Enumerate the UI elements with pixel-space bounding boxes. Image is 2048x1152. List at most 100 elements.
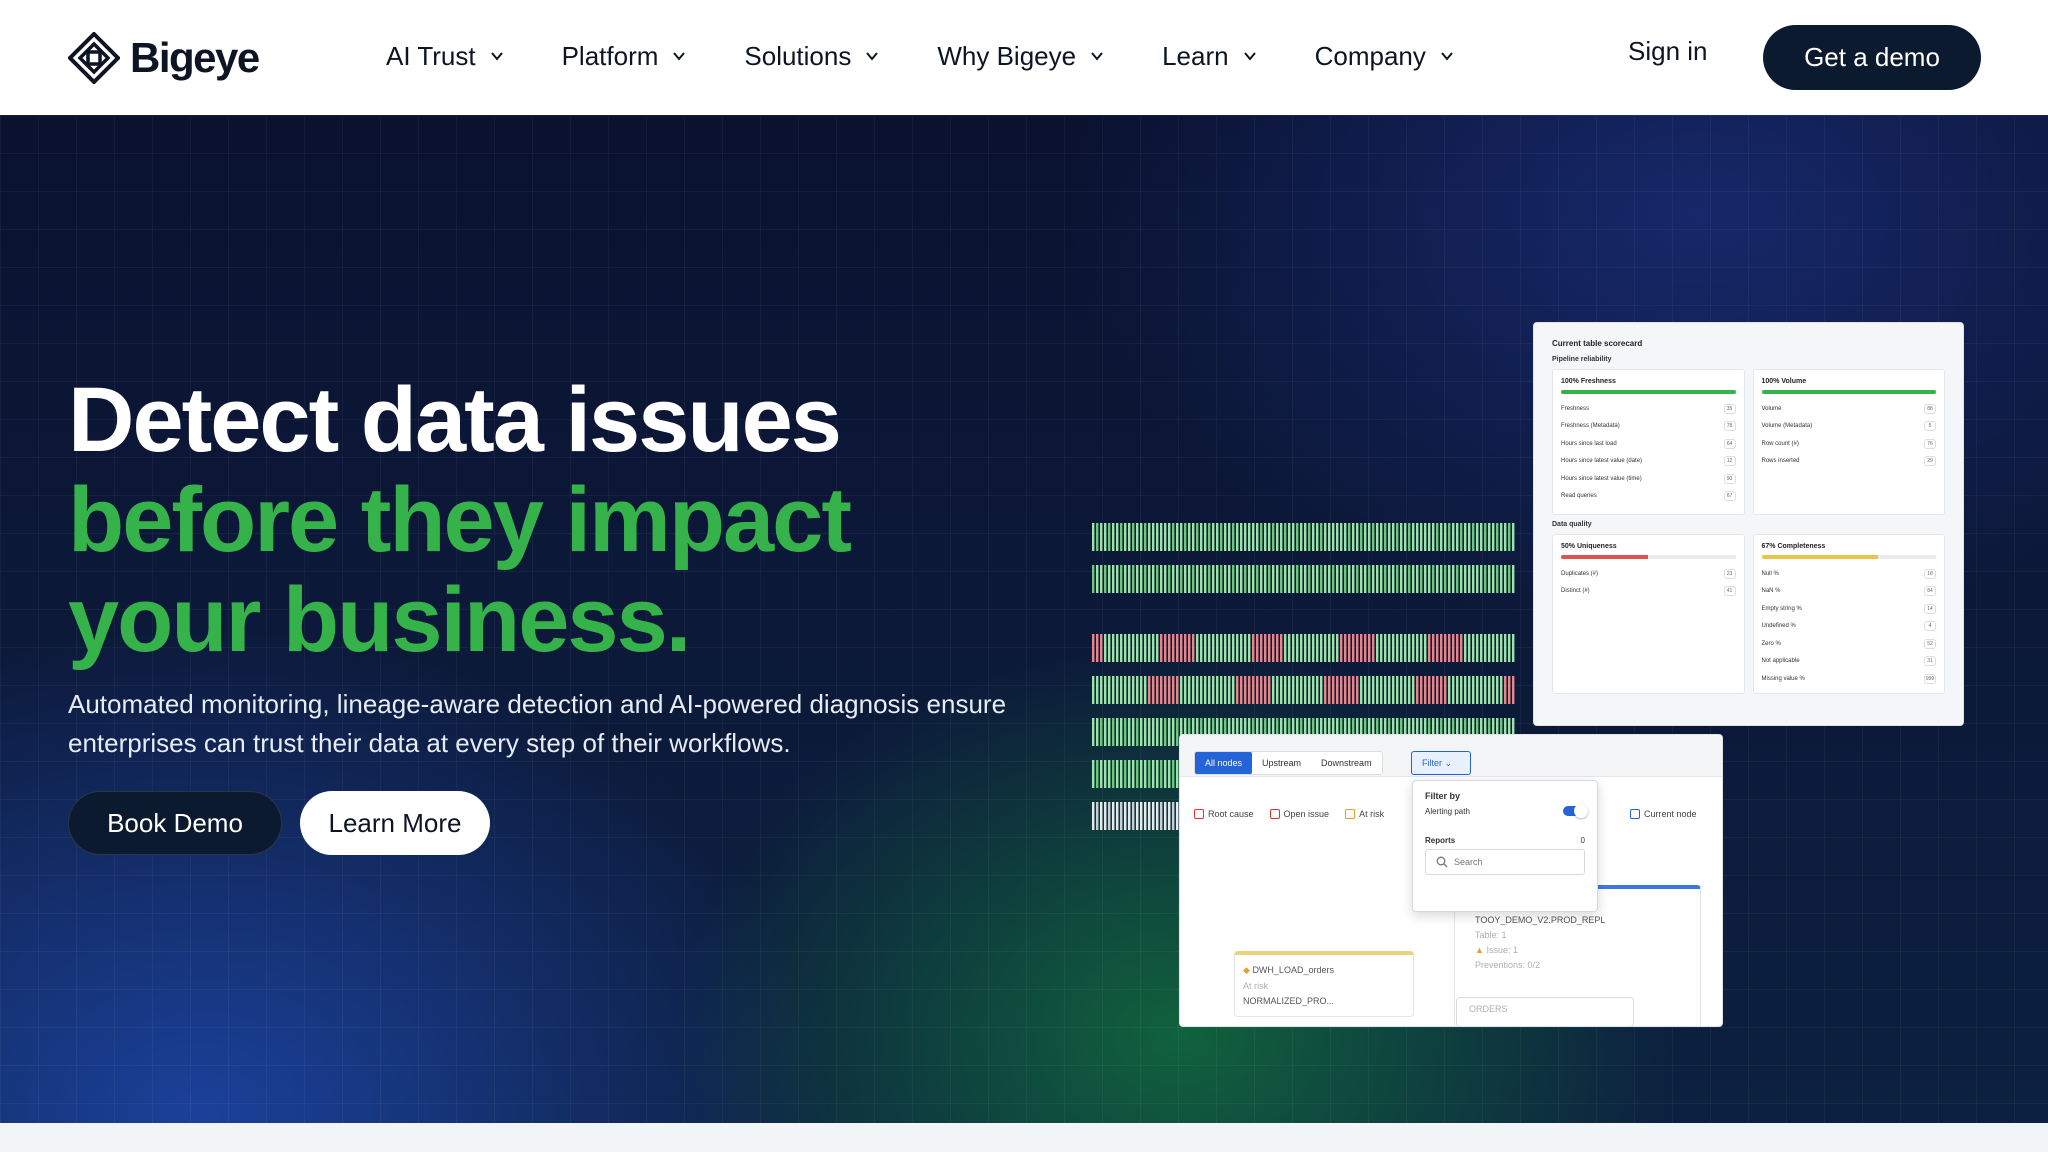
metric-value: 18 (1924, 568, 1936, 579)
scorecard-metric-row[interactable]: Empty string % 14 (1762, 600, 1936, 618)
node-issue-label: Issue: 1 (1486, 945, 1518, 955)
scorecard-metric-row[interactable]: Freshness 35 (1561, 400, 1736, 418)
legend-at-risk[interactable]: At risk (1345, 809, 1384, 819)
nav-item-ai-trust[interactable]: AI Trust (386, 41, 504, 72)
sign-in-link[interactable]: Sign in (1628, 36, 1708, 67)
chevron-down-icon (1243, 52, 1256, 61)
metric-value: 31 (1924, 656, 1936, 667)
scorecard-metric-row[interactable]: Undefined % 4 (1762, 618, 1936, 636)
volume-head: 100% Volume (1761, 378, 1807, 385)
chevron-down-icon (866, 52, 879, 61)
completeness-card[interactable]: 67% Completeness Null % 18 NaN % 84 Empty st… (1752, 534, 1945, 694)
metric-value: 84 (1924, 586, 1936, 597)
at-risk-diamond-icon: ◆ (1243, 965, 1250, 975)
learn-more-button[interactable]: Learn More (300, 791, 490, 855)
reports-search-input[interactable]: Search (1425, 849, 1585, 875)
node-child: NORMALIZED_PRO... (1243, 996, 1335, 1006)
reports-count: 0 (1580, 836, 1585, 845)
scorecard-metric-row[interactable]: Zero % 52 (1761, 635, 1936, 653)
filter-button[interactable]: Filter ⌄ (1411, 751, 1471, 775)
freshness-bar (1561, 390, 1736, 394)
scorecard-title: Current table scorecard (1552, 339, 1643, 348)
nav-item-platform[interactable]: Platform (562, 41, 687, 72)
metric-label: Zero % (1761, 640, 1781, 647)
scorecard-metric-row[interactable]: Volume 88 (1761, 400, 1936, 418)
bigeye-logo-icon (68, 32, 120, 84)
nav-item-company[interactable]: Company (1315, 41, 1454, 72)
pipeline-reliability-label: Pipeline reliability (1552, 356, 1612, 363)
node-name: ORDERS (1469, 1004, 1508, 1014)
nav-item-label: Learn (1162, 40, 1229, 71)
metric-label: Rows inserted (1761, 458, 1800, 465)
nav-item-solutions[interactable]: Solutions (744, 41, 879, 72)
metric-label: Volume (Metadata) (1761, 423, 1813, 430)
tab-downstream[interactable]: Downstream (1311, 752, 1382, 774)
scorecard-metric-row[interactable]: Hours since last load 64 (1561, 435, 1736, 453)
metric-value: 12 (1723, 456, 1736, 467)
brand-logo[interactable]: Bigeye (68, 30, 260, 86)
scorecard-metric-row[interactable]: Hours since latest value (time) 90 (1561, 470, 1736, 488)
metric-label: Hours since latest value (time) (1561, 475, 1642, 482)
scorecard-metric-row[interactable]: Hours since latest value (date) 12 (1561, 453, 1736, 471)
legend-root-cause[interactable]: Root cause (1194, 809, 1254, 819)
metric-value: 78 (1723, 421, 1736, 432)
scorecard-metric-row[interactable]: Null % 18 (1762, 565, 1936, 583)
top-nav: Bigeye AI Trust Platform Solutions Why B… (0, 0, 2048, 115)
scorecard-metric-row[interactable]: Read queries 67 (1561, 488, 1736, 506)
chevron-down-icon (490, 52, 503, 61)
search-placeholder: Search (1454, 857, 1483, 867)
volume-bar (1761, 390, 1936, 394)
node-issue-count: ▲ Issue: 1 (1475, 945, 1680, 955)
metric-value: 41 (1723, 586, 1736, 597)
uniqueness-bar (1561, 555, 1736, 559)
legend-current-node[interactable]: Current node (1630, 809, 1697, 819)
tab-all-nodes[interactable]: All nodes (1195, 752, 1253, 774)
scorecard-metric-row[interactable]: Distinct (#) 41 (1561, 583, 1736, 601)
scorecard-metric-row[interactable]: Volume (Metadata) 5 (1761, 418, 1936, 436)
lineage-node-orders[interactable]: ORDERS (1456, 997, 1634, 1026)
scorecard-metric-row[interactable]: Rows inserted 29 (1761, 453, 1936, 471)
lineage-legend: Root cause Open issue At risk (1194, 809, 1384, 819)
node-name-label: DWH_LOAD_orders (1252, 965, 1334, 975)
metric-label: Volume (1761, 405, 1782, 412)
metric-value: 52 (1924, 638, 1936, 649)
metric-label: Distinct (#) (1561, 588, 1590, 595)
completeness-bar (1761, 555, 1936, 559)
nav-item-learn[interactable]: Learn (1162, 41, 1257, 72)
legend-label: Current node (1644, 809, 1697, 819)
metric-label: Missing value % (1761, 675, 1805, 682)
lineage-node-dwh-load-orders[interactable]: ◆ DWH_LOAD_orders At risk NORMALIZED_PRO… (1234, 951, 1414, 1017)
node-status: At risk (1243, 981, 1269, 991)
lineage-toolbar: All nodes Upstream Downstream Filter ⌄ (1180, 735, 1722, 777)
bar-row-red-2 (1092, 676, 1515, 704)
metric-label: Read queries (1561, 493, 1597, 500)
lineage-tabs: All nodes Upstream Downstream (1194, 751, 1383, 775)
get-a-demo-button[interactable]: Get a demo (1763, 25, 1981, 90)
legend-open-issue[interactable]: Open issue (1269, 809, 1329, 819)
book-demo-button[interactable]: Book Demo (68, 791, 282, 855)
scorecard-metric-row[interactable]: NaN % 84 (1762, 583, 1936, 601)
completeness-head: 67% Completeness (1761, 543, 1826, 550)
alerting-path-toggle[interactable] (1563, 804, 1588, 818)
freshness-card[interactable]: 100% Freshness Freshness 35 Freshness (Met… (1552, 369, 1745, 515)
scorecard-metric-row[interactable]: Row count (#) 76 (1762, 435, 1936, 453)
warning-icon: ▲ (1475, 945, 1484, 955)
scorecard-metric-row[interactable]: Missing value % 999 (1761, 670, 1936, 688)
metric-value: 23 (1723, 568, 1736, 579)
metric-label: Duplicates (#) (1561, 570, 1599, 577)
reports-label: Reports (1425, 836, 1456, 845)
nav-item-why-bigeye[interactable]: Why Bigeye (937, 41, 1104, 72)
scorecard-metric-row[interactable]: Duplicates (#) 23 (1561, 565, 1736, 583)
scorecard-metric-row[interactable]: Freshness (Metadata) 78 (1561, 418, 1736, 436)
root-cause-icon (1194, 809, 1204, 819)
search-icon (1436, 856, 1448, 868)
metric-value: 29 (1924, 456, 1936, 467)
metric-label: Hours since last load (1561, 440, 1617, 447)
bar-row-green-1 (1092, 523, 1515, 551)
volume-card[interactable]: 100% Volume Volume 88 Volume (Metadata) 5 Ro… (1752, 369, 1945, 515)
uniqueness-card[interactable]: 50% Uniqueness Duplicates (#) 23 Distinct … (1552, 534, 1745, 694)
scorecard-metric-row[interactable]: Not applicable 31 (1762, 653, 1936, 671)
tab-upstream[interactable]: Upstream (1252, 752, 1311, 774)
metric-value: 67 (1723, 491, 1736, 502)
nav-item-label: Why Bigeye (937, 40, 1077, 71)
